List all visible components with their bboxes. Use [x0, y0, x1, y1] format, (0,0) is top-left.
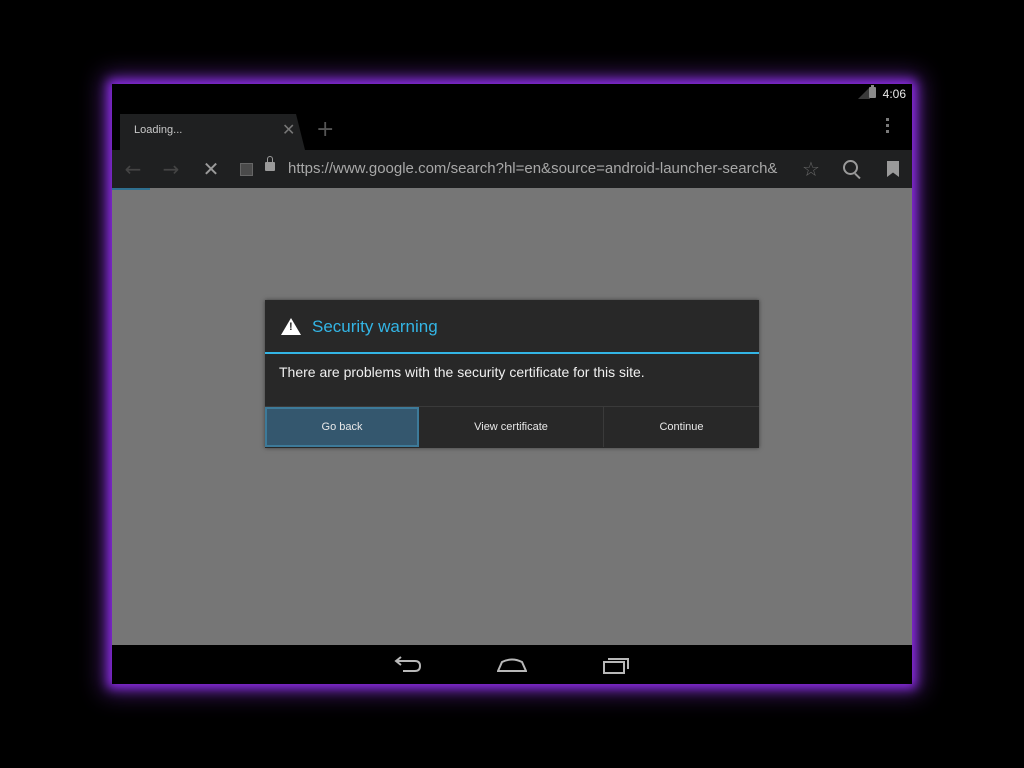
tab-title: Loading... [134, 124, 183, 136]
close-icon[interactable]: ✕ [282, 120, 295, 140]
dialog-button-bar: Go back View certificate Continue [265, 406, 759, 449]
browser-tab[interactable]: Loading... ✕ [120, 114, 305, 150]
view-certificate-button[interactable]: View certificate [419, 407, 604, 447]
browser-toolbar: ← → ✕ https://www.google.com/search?hl=e… [112, 150, 912, 188]
dialog-title: Security warning [312, 317, 438, 336]
nav-home-icon[interactable] [497, 655, 527, 675]
forward-arrow-icon[interactable]: → [158, 156, 184, 182]
back-arrow-icon[interactable]: ← [120, 156, 146, 182]
stop-icon[interactable]: ✕ [198, 156, 224, 182]
dialog-message: There are problems with the security cer… [279, 364, 645, 380]
device-screen: 4:06 Loading... ✕ + ← → ✕ https://www.go… [112, 84, 912, 684]
dialog-header: ! Security warning [265, 300, 759, 354]
lock-icon[interactable] [265, 156, 275, 171]
nav-back-icon[interactable] [393, 655, 423, 675]
status-bar: 4:06 [112, 84, 912, 104]
star-icon[interactable]: ☆ [798, 156, 824, 182]
bookmark-icon[interactable] [880, 156, 906, 182]
favicon [240, 163, 253, 176]
continue-button[interactable]: Continue [604, 407, 759, 447]
security-warning-dialog: ! Security warning There are problems wi… [265, 300, 759, 448]
battery-icon [869, 85, 876, 98]
tab-strip: Loading... ✕ + [112, 104, 912, 150]
status-clock: 4:06 [882, 87, 906, 101]
go-back-button[interactable]: Go back [265, 407, 419, 447]
page-load-progress [112, 188, 150, 190]
nav-recents-icon[interactable] [602, 655, 632, 675]
vertical-dots-icon[interactable] [886, 118, 890, 136]
plus-icon[interactable]: + [316, 118, 334, 142]
warning-icon: ! [281, 318, 301, 335]
url-field[interactable]: https://www.google.com/search?hl=en&sour… [288, 159, 790, 179]
navigation-bar [112, 645, 912, 684]
search-icon[interactable] [840, 156, 866, 182]
